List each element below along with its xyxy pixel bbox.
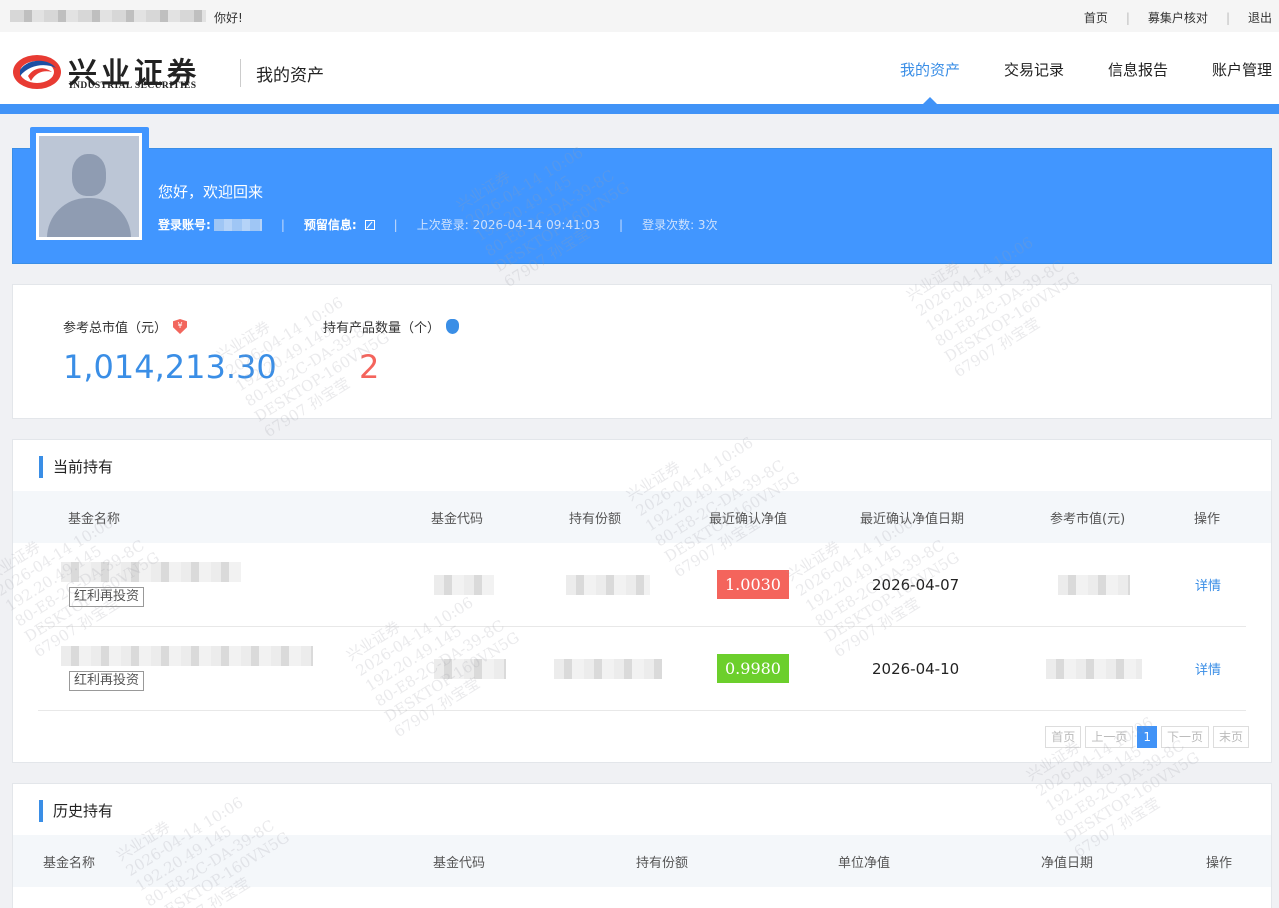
pager-current[interactable]: 1 (1137, 726, 1157, 748)
account-number-redacted (213, 218, 262, 231)
profile-banner (12, 148, 1272, 264)
col-nav-date: 净值日期 (1041, 855, 1094, 871)
dividend-tag: 红利再投资 (69, 587, 145, 607)
greeting-text: 你好! (214, 11, 243, 25)
welcome-text: 您好，欢迎回来 (158, 183, 264, 201)
nav-info-reports[interactable]: 信息报告 (1108, 59, 1168, 80)
last-login-text: 上次登录: 2026-04-14 09:41:03 (416, 218, 601, 232)
pager-next[interactable]: 下一页 (1160, 726, 1209, 748)
col-fund-code: 基金代码 (433, 855, 486, 871)
total-market-value-label: 参考总市值（元） (63, 321, 168, 336)
login-meta: 登录账号: | 预留信息: | 上次登录: 2026-04-14 09:41:0… (158, 217, 718, 233)
col-market-value: 参考市值(元) (1050, 511, 1126, 527)
total-market-value-stat: 参考总市值（元） ¥ 1,014,213.30 (63, 317, 277, 386)
history-holdings-card: 历史持有 基金名称 基金代码 持有份额 单位净值 净值日期 操作 (12, 783, 1272, 908)
pagination: 首页 上一页 1 下一页 末页 (1041, 726, 1249, 748)
history-holdings-title: 历史持有 (39, 800, 113, 822)
account-label: 登录账号: (158, 218, 211, 232)
company-logo[interactable]: 兴业证券 INDUSTRIAL SECURITIES (12, 52, 228, 94)
dividend-tag: 红利再投资 (69, 671, 145, 691)
logo-mark-icon (13, 55, 61, 89)
main-nav: 我的资产 交易记录 信息报告 账户管理 (900, 59, 1272, 104)
nav-account-management[interactable]: 账户管理 (1212, 59, 1272, 80)
col-fund-code: 基金代码 (431, 511, 484, 527)
col-fund-name: 基金名称 (43, 855, 96, 871)
nav-date: 2026-04-10 (872, 659, 960, 678)
header-blue-bar (0, 104, 1279, 114)
current-holdings-title: 当前持有 (39, 456, 113, 478)
nav-my-assets[interactable]: 我的资产 (900, 59, 960, 104)
details-link[interactable]: 详情 (1195, 543, 1221, 626)
total-market-value: 1,014,213.30 (63, 348, 277, 386)
col-nav-date: 最近确认净值日期 (860, 511, 965, 527)
top-utility-bar: 你好! 首页 | 募集户核对 | 退出 (0, 0, 1279, 32)
col-action: 操作 (1194, 511, 1221, 527)
fund-name-redacted (61, 562, 241, 582)
login-count-text: 登录次数: 3次 (642, 218, 718, 232)
header-divider (240, 59, 241, 87)
logo-english-name: INDUSTRIAL SECURITIES (69, 81, 197, 91)
reserved-info-label: 预留信息: (303, 218, 357, 232)
page-title: 我的资产 (256, 66, 324, 86)
history-table-header: 基金名称 基金代码 持有份额 单位净值 净值日期 操作 (13, 835, 1271, 887)
latest-nav-badge: 0.9980 (717, 654, 789, 683)
col-action: 操作 (1206, 855, 1233, 871)
market-value-redacted (1058, 574, 1130, 595)
product-count-stat: 持有产品数量（个） 2 (323, 317, 460, 386)
yuan-shield-icon: ¥ (173, 319, 188, 334)
product-count-label: 持有产品数量（个） (323, 321, 441, 336)
shares-redacted (566, 574, 650, 595)
table-row: 红利再投资 1.0030 2026-04-07 详情 (38, 543, 1246, 627)
edit-icon[interactable] (364, 219, 375, 230)
raise-account-check-link[interactable]: 募集户核对 (1148, 9, 1208, 26)
avatar (36, 133, 142, 240)
market-value-redacted (1046, 658, 1142, 679)
current-holdings-card: 当前持有 基金名称 基金代码 持有份额 最近确认净值 最近确认净值日期 参考市值… (12, 439, 1272, 763)
product-count-value: 2 (359, 348, 380, 386)
home-link[interactable]: 首页 (1084, 9, 1108, 26)
main-header: 兴业证券 INDUSTRIAL SECURITIES 我的资产 我的资产 交易记… (0, 32, 1279, 104)
nav-trade-records[interactable]: 交易记录 (1004, 59, 1064, 80)
fund-code-redacted (434, 658, 506, 679)
col-shares: 持有份额 (569, 511, 622, 527)
col-unit-nav: 单位净值 (838, 855, 891, 871)
details-link[interactable]: 详情 (1195, 627, 1221, 710)
top-links: 首页 | 募集户核对 | 退出 (1083, 9, 1272, 26)
avatar-placeholder-icon (39, 136, 139, 237)
shares-redacted (554, 658, 662, 679)
pager-first[interactable]: 首页 (1045, 726, 1082, 748)
logout-link[interactable]: 退出 (1248, 9, 1272, 26)
holdings-table-header: 基金名称 基金代码 持有份额 最近确认净值 最近确认净值日期 参考市值(元) 操… (13, 491, 1271, 543)
pager-prev[interactable]: 上一页 (1085, 726, 1134, 748)
fund-name-redacted (61, 646, 313, 666)
pager-last[interactable]: 末页 (1212, 726, 1249, 748)
nav-date: 2026-04-07 (872, 575, 960, 594)
latest-nav-badge: 1.0030 (717, 570, 789, 599)
asset-summary-card: 参考总市值（元） ¥ 1,014,213.30 持有产品数量（个） 2 (12, 284, 1272, 419)
col-shares: 持有份额 (636, 855, 689, 871)
table-row: 红利再投资 0.9980 2026-04-10 详情 (38, 627, 1246, 711)
col-latest-nav: 最近确认净值 (709, 511, 788, 527)
fund-code-redacted (434, 574, 494, 595)
col-fund-name: 基金名称 (68, 511, 121, 527)
user-name-redacted (10, 10, 206, 22)
money-bag-icon (446, 319, 460, 334)
